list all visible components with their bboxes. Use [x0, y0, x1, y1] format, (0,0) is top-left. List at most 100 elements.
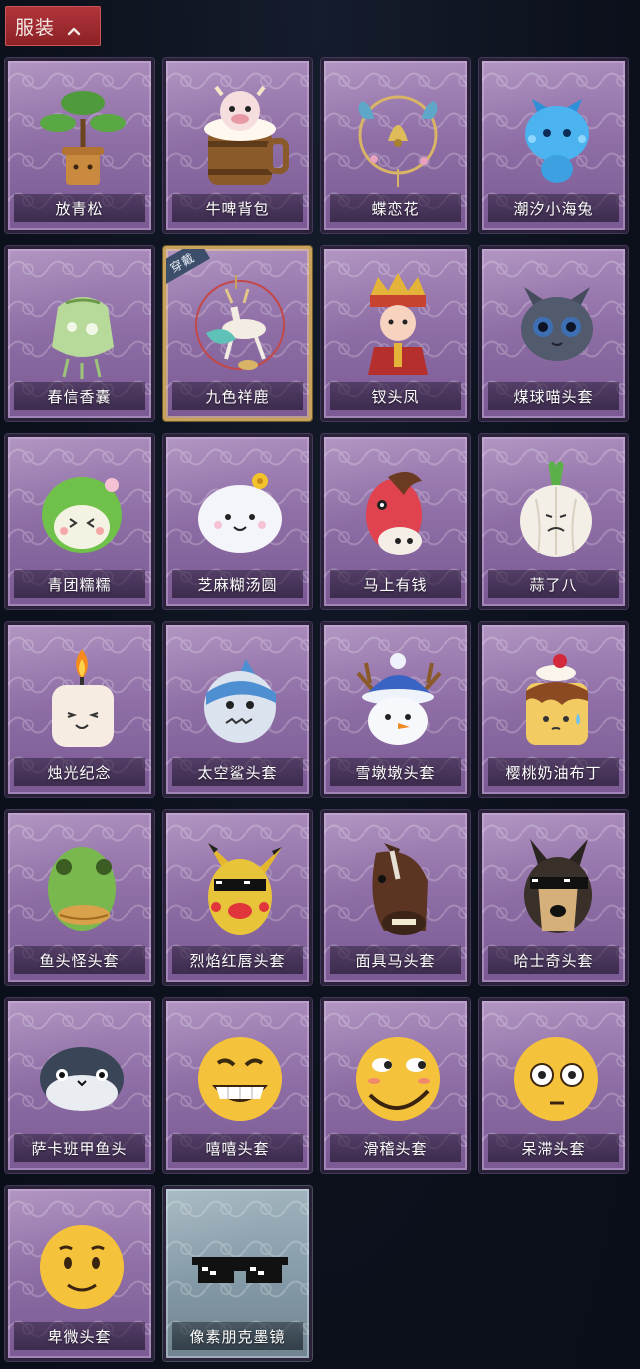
- item-card[interactable]: 雪墩墩头套: [321, 622, 470, 797]
- horse-mask-head-icon: [344, 831, 452, 943]
- blue-sea-bunny-icon: [502, 79, 610, 191]
- item-label-band: 青团糯糯: [14, 570, 145, 598]
- item-card[interactable]: 蝶恋花: [321, 58, 470, 233]
- item-name: 面具马头套: [355, 951, 436, 970]
- item-name: 九色祥鹿: [205, 387, 270, 406]
- phoenix-crown-doll-icon: [344, 267, 452, 379]
- item-name: 芝麻糊汤圆: [197, 575, 278, 594]
- item-card[interactable]: 呆滞头套: [479, 998, 628, 1173]
- item-card[interactable]: 放青松: [5, 58, 154, 233]
- item-card[interactable]: 牛啤背包: [163, 58, 312, 233]
- item-label-band: 鱼头怪头套: [14, 946, 145, 974]
- item-name: 蝶恋花: [371, 199, 420, 218]
- item-name: 烈焰红唇头套: [189, 951, 286, 970]
- item-name: 钗头凤: [371, 387, 420, 406]
- sesame-dumpling-icon: [186, 455, 294, 567]
- item-card[interactable]: 像素朋克墨镜: [163, 1186, 312, 1361]
- item-label-band: 烈焰红唇头套: [172, 946, 303, 974]
- item-card[interactable]: 烈焰红唇头套: [163, 810, 312, 985]
- item-name: 像素朋克墨镜: [189, 1327, 286, 1346]
- item-name: 煤球喵头套: [513, 387, 594, 406]
- costume-section-toggle[interactable]: 服装: [5, 6, 101, 46]
- bonsai-pine-icon: [28, 79, 136, 191]
- item-card[interactable]: 潮汐小海兔: [479, 58, 628, 233]
- space-shark-head-icon: [186, 643, 294, 755]
- item-card[interactable]: 春信香囊: [5, 246, 154, 421]
- green-rice-ball-icon: [28, 455, 136, 567]
- item-grid: 放青松 牛啤背包 蝶恋花 潮汐小海兔 春信香囊 穿戴 九色祥鹿 钗头凤 煤球喵头…: [5, 58, 635, 1361]
- garlic-head-icon: [502, 455, 610, 567]
- item-name: 嘻嘻头套: [205, 1139, 270, 1158]
- item-label-band: 马上有钱: [330, 570, 461, 598]
- candle-head-icon: [28, 643, 136, 755]
- item-label-band: 嘻嘻头套: [172, 1134, 303, 1162]
- item-label-band: 潮汐小海兔: [488, 194, 619, 222]
- butterfly-bell-ornament-icon: [344, 79, 452, 191]
- item-card[interactable]: 芝麻糊汤圆: [163, 434, 312, 609]
- item-label-band: 九色祥鹿: [172, 382, 303, 410]
- item-label-band: 春信香囊: [14, 382, 145, 410]
- item-card[interactable]: 马上有钱: [321, 434, 470, 609]
- item-name: 马上有钱: [363, 575, 428, 594]
- snowman-reindeer-head-icon: [344, 643, 452, 755]
- item-card[interactable]: 太空鲨头套: [163, 622, 312, 797]
- item-label-band: 放青松: [14, 194, 145, 222]
- item-label-band: 烛光纪念: [14, 758, 145, 786]
- sacabambaspis-head-icon: [28, 1019, 136, 1131]
- item-label-band: 蝶恋花: [330, 194, 461, 222]
- husky-sunglasses-head-icon: [502, 831, 610, 943]
- item-card[interactable]: 鱼头怪头套: [5, 810, 154, 985]
- item-label-band: 樱桃奶油布丁: [488, 758, 619, 786]
- item-card[interactable]: 面具马头套: [321, 810, 470, 985]
- item-label-band: 滑稽头套: [330, 1134, 461, 1162]
- item-card[interactable]: 煤球喵头套: [479, 246, 628, 421]
- funny-smirk-emoji-head-icon: [344, 1019, 452, 1131]
- nine-color-deer-icon: [186, 267, 294, 379]
- item-label-band: 哈士奇头套: [488, 946, 619, 974]
- red-horse-head-icon: [344, 455, 452, 567]
- item-card[interactable]: 萨卡班甲鱼头: [5, 998, 154, 1173]
- item-label-band: 萨卡班甲鱼头: [14, 1134, 145, 1162]
- humble-emoji-head-icon: [28, 1207, 136, 1319]
- item-label-band: 太空鲨头套: [172, 758, 303, 786]
- cow-beer-barrel-backpack-icon: [186, 79, 294, 191]
- item-label-band: 呆滞头套: [488, 1134, 619, 1162]
- item-card[interactable]: 滑稽头套: [321, 998, 470, 1173]
- item-name: 滑稽头套: [363, 1139, 428, 1158]
- item-name: 哈士奇头套: [513, 951, 594, 970]
- dazed-emoji-head-icon: [502, 1019, 610, 1131]
- section-title: 服装: [15, 16, 56, 39]
- item-label-band: 面具马头套: [330, 946, 461, 974]
- item-label-band: 卑微头套: [14, 1322, 145, 1350]
- item-name: 呆滞头套: [521, 1139, 586, 1158]
- item-card[interactable]: 哈士奇头套: [479, 810, 628, 985]
- item-label-band: 雪墩墩头套: [330, 758, 461, 786]
- item-card[interactable]: 青团糯糯: [5, 434, 154, 609]
- green-sachet-icon: [28, 267, 136, 379]
- cherry-pudding-head-icon: [502, 643, 610, 755]
- item-name: 春信香囊: [47, 387, 112, 406]
- item-card[interactable]: 穿戴 九色祥鹿: [163, 246, 312, 421]
- item-label-band: 牛啤背包: [172, 194, 303, 222]
- item-name: 雪墩墩头套: [355, 763, 436, 782]
- item-name: 樱桃奶油布丁: [505, 763, 602, 782]
- item-label-band: 像素朋克墨镜: [172, 1322, 303, 1350]
- item-name: 潮汐小海兔: [513, 199, 594, 218]
- grinning-emoji-head-icon: [186, 1019, 294, 1131]
- item-card[interactable]: 烛光纪念: [5, 622, 154, 797]
- fish-monster-head-icon: [28, 831, 136, 943]
- item-card[interactable]: 钗头凤: [321, 246, 470, 421]
- item-card[interactable]: 卑微头套: [5, 1186, 154, 1361]
- item-label-band: 煤球喵头套: [488, 382, 619, 410]
- item-name: 卑微头套: [47, 1327, 112, 1346]
- wardrobe-page: 服装 放青松 牛啤背包 蝶恋花 潮汐小海兔 春信香囊 穿戴 九色祥鹿 钗头凤 煤…: [0, 0, 640, 1369]
- item-card[interactable]: 嘻嘻头套: [163, 998, 312, 1173]
- item-name: 蒜了八: [529, 575, 578, 594]
- item-label-band: 蒜了八: [488, 570, 619, 598]
- item-name: 青团糯糯: [47, 575, 112, 594]
- item-name: 烛光纪念: [47, 763, 112, 782]
- item-card[interactable]: 樱桃奶油布丁: [479, 622, 628, 797]
- item-name: 萨卡班甲鱼头: [31, 1139, 128, 1158]
- item-name: 放青松: [55, 199, 104, 218]
- item-card[interactable]: 蒜了八: [479, 434, 628, 609]
